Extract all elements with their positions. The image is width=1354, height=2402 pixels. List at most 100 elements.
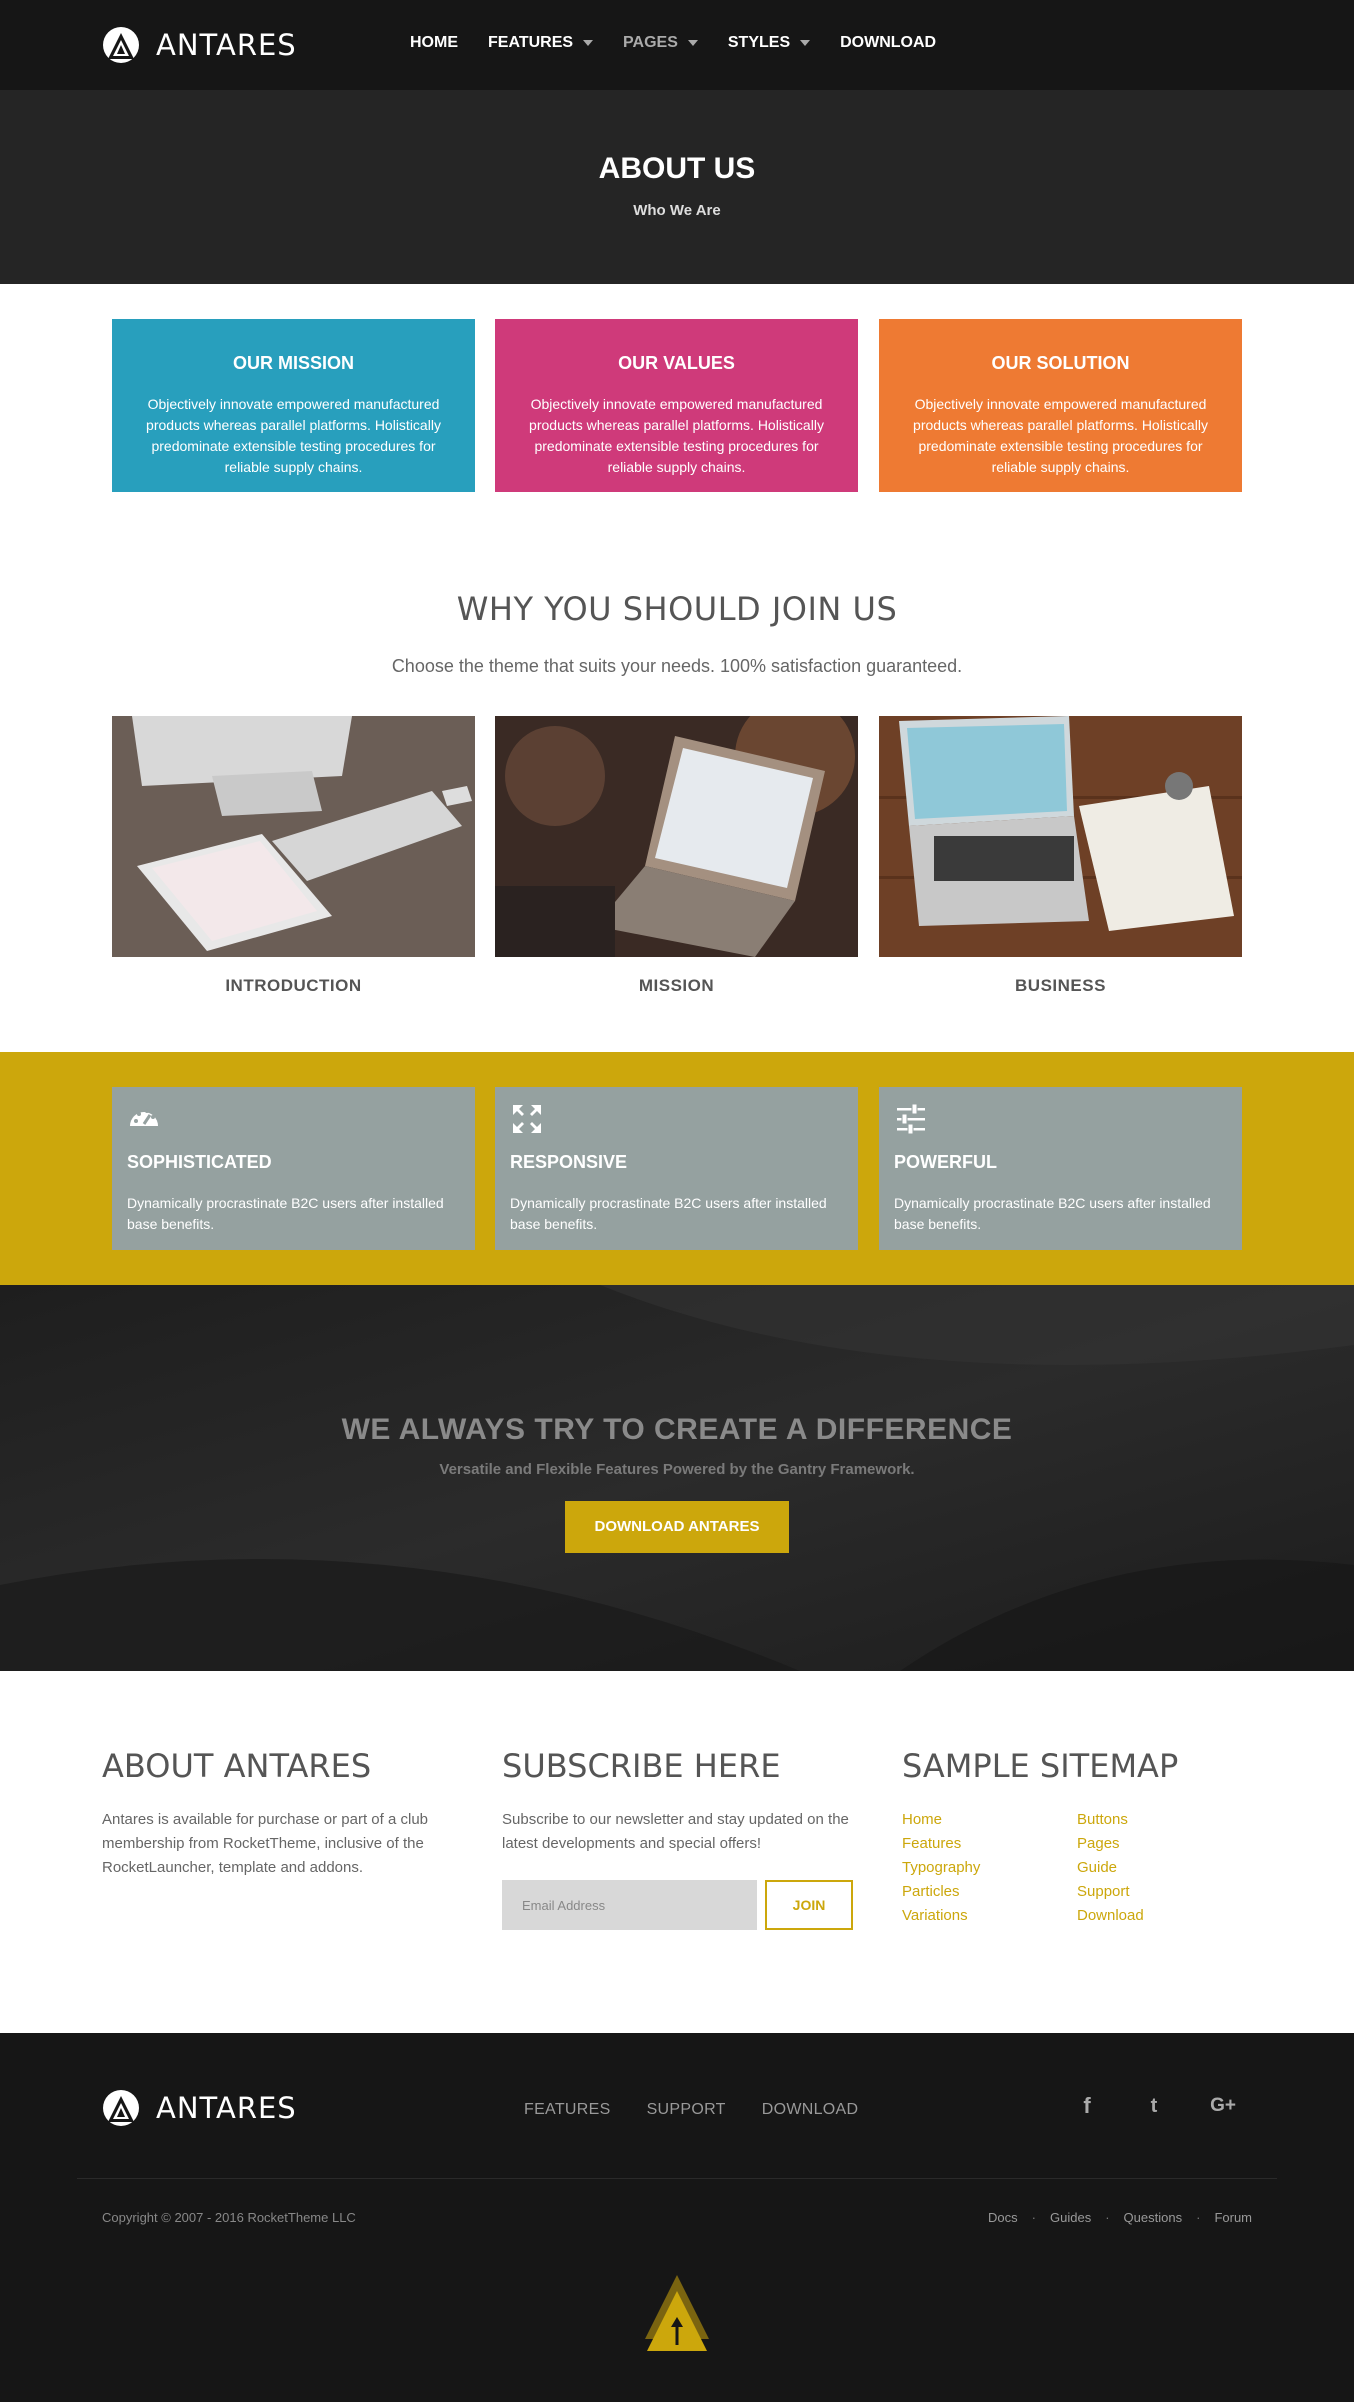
footer-nav-features[interactable]: FEATURES <box>524 2101 611 2119</box>
card-title: OUR MISSION <box>232 353 354 373</box>
antares-logo-icon <box>103 2090 139 2126</box>
feature-powerful: POWERFUL Dynamically procrastinate B2C u… <box>879 1087 1242 1250</box>
caret-down-icon <box>800 40 811 46</box>
sand-texture-background <box>0 1285 1354 1671</box>
page-title: ABOUT US <box>598 152 756 185</box>
feature-responsive: RESPONSIVE Dynamically procrastinate B2C… <box>495 1087 858 1250</box>
separator-dot: · <box>1105 2210 1110 2225</box>
page-title-band: ABOUT US Who We Are <box>0 90 1354 284</box>
separator-dot: · <box>1196 2210 1201 2225</box>
photo-label-introduction[interactable]: INTRODUCTION <box>112 976 475 996</box>
cta-subtitle: Versatile and Flexible Features Powered … <box>439 1461 915 1478</box>
feature-title: SOPHISTICATED <box>127 1152 272 1172</box>
site-header: ANTARES HOME FEATURES PAGES STYLES DOWNL… <box>0 0 1354 90</box>
download-antares-button[interactable]: DOWNLOAD ANTARES <box>565 1501 789 1553</box>
site-logo[interactable]: ANTARES <box>102 26 297 64</box>
sitemap-link-pages[interactable]: Pages <box>1077 1832 1144 1856</box>
sitemap-link-typography[interactable]: Typography <box>902 1856 980 1880</box>
feature-text: Dynamically procrastinate B2C users afte… <box>127 1195 444 1232</box>
sitemap-link-home[interactable]: Home <box>902 1808 980 1832</box>
card-our-values: OUR VALUES Objectively innovate empowere… <box>495 319 858 492</box>
nav-styles-label: STYLES <box>727 34 791 51</box>
desk-imac-image <box>112 716 475 957</box>
card-title: OUR SOLUTION <box>991 353 1130 373</box>
site-footer: ANTARES FEATURES SUPPORT DOWNLOAD f t G+… <box>0 2033 1354 2402</box>
footer-link-forum[interactable]: Forum <box>1214 2210 1252 2225</box>
feature-text: Dynamically procrastinate B2C users afte… <box>894 1195 1211 1232</box>
cta-title: WE ALWAYS TRY TO CREATE A DIFFERENCE <box>341 1413 1013 1446</box>
about-title: ABOUT ANTARES <box>102 1747 372 1785</box>
card-text: Objectively innovate empowered manufactu… <box>146 396 441 475</box>
nav-features-label: FEATURES <box>488 34 574 51</box>
copyright-text: Copyright © 2007 - 2016 RocketTheme LLC <box>102 2210 356 2225</box>
sitemap-link-variations[interactable]: Variations <box>902 1904 980 1928</box>
footer-logo-text: ANTARES <box>156 2091 297 2125</box>
card-text: Objectively innovate empowered manufactu… <box>913 396 1208 475</box>
card-title: OUR VALUES <box>618 353 735 373</box>
email-input[interactable] <box>502 1880 757 1930</box>
google-plus-icon[interactable]: G+ <box>1205 2091 1241 2121</box>
photo-label-mission[interactable]: MISSION <box>495 976 858 996</box>
sitemap-column-1: Home Features Typography Particles Varia… <box>902 1808 980 1928</box>
nav-download-label: DOWNLOAD <box>840 34 937 51</box>
about-text: Antares is available for purchase or par… <box>102 1811 429 1876</box>
twitter-icon[interactable]: t <box>1139 2091 1169 2121</box>
page-subtitle: Who We Are <box>633 202 721 219</box>
footer-link-guides[interactable]: Guides <box>1050 2210 1091 2225</box>
nav-features[interactable]: FEATURES <box>488 34 594 52</box>
sitemap-link-support[interactable]: Support <box>1077 1880 1144 1904</box>
card-our-mission: OUR MISSION Objectively innovate empower… <box>112 319 475 492</box>
expand-arrows-icon <box>513 1105 541 1133</box>
laptop-notebook-image <box>879 716 1242 957</box>
footer-nav: FEATURES SUPPORT DOWNLOAD <box>524 2101 858 2119</box>
features-band: SOPHISTICATED Dynamically procrastinate … <box>0 1052 1354 1285</box>
photo-label-business[interactable]: BUSINESS <box>879 976 1242 996</box>
card-text: Objectively innovate empowered manufactu… <box>529 396 824 475</box>
back-to-top-icon[interactable] <box>643 2273 711 2353</box>
introduction-photo[interactable] <box>112 716 475 957</box>
sliders-icon <box>897 1103 925 1135</box>
nav-home-label: HOME <box>410 34 458 51</box>
dashboard-icon <box>130 1109 158 1126</box>
sitemap-link-guide[interactable]: Guide <box>1077 1856 1144 1880</box>
business-photo[interactable] <box>879 716 1242 957</box>
antares-logo-icon <box>103 27 139 63</box>
sitemap-link-download[interactable]: Download <box>1077 1904 1144 1928</box>
cta-section: WE ALWAYS TRY TO CREATE A DIFFERENCE Ver… <box>0 1285 1354 1671</box>
sitemap-link-features[interactable]: Features <box>902 1832 980 1856</box>
nav-pages[interactable]: PAGES <box>623 34 698 52</box>
sitemap-link-buttons[interactable]: Buttons <box>1077 1808 1144 1832</box>
nav-download[interactable]: DOWNLOAD <box>840 34 936 52</box>
mission-photo[interactable] <box>495 716 858 957</box>
sitemap-column-2: Buttons Pages Guide Support Download <box>1077 1808 1144 1928</box>
subscribe-title: SUBSCRIBE HERE <box>502 1747 781 1785</box>
footer-nav-support[interactable]: SUPPORT <box>647 2101 726 2119</box>
feature-title: POWERFUL <box>894 1152 997 1172</box>
laptop-meeting-image <box>495 716 858 957</box>
footer-links: Docs · Guides · Questions · Forum <box>988 2210 1252 2225</box>
footer-nav-download[interactable]: DOWNLOAD <box>762 2101 859 2119</box>
subscribe-text: Subscribe to our newsletter and stay upd… <box>502 1811 849 1852</box>
feature-text: Dynamically procrastinate B2C users afte… <box>510 1195 827 1232</box>
sitemap-link-particles[interactable]: Particles <box>902 1880 980 1904</box>
logo-text: ANTARES <box>156 28 297 62</box>
separator-dot: · <box>1031 2210 1036 2225</box>
why-join-subtitle: Choose the theme that suits your needs. … <box>391 656 963 676</box>
nav-pages-label: PAGES <box>623 34 678 51</box>
footer-link-docs[interactable]: Docs <box>988 2210 1018 2225</box>
join-button[interactable]: JOIN <box>765 1880 853 1930</box>
why-join-title: WHY YOU SHOULD JOIN US <box>456 590 898 628</box>
card-our-solution: OUR SOLUTION Objectively innovate empowe… <box>879 319 1242 492</box>
caret-down-icon <box>583 40 594 46</box>
nav-styles[interactable]: STYLES <box>727 34 811 52</box>
footer-link-questions[interactable]: Questions <box>1124 2210 1183 2225</box>
feature-title: RESPONSIVE <box>510 1152 628 1172</box>
footer-logo[interactable]: ANTARES <box>102 2089 297 2127</box>
nav-home[interactable]: HOME <box>410 34 458 52</box>
feature-sophisticated: SOPHISTICATED Dynamically procrastinate … <box>112 1087 475 1250</box>
main-nav: HOME FEATURES PAGES STYLES DOWNLOAD <box>410 34 936 52</box>
sitemap-title: SAMPLE SITEMAP <box>902 1747 1179 1785</box>
caret-down-icon <box>687 40 698 46</box>
facebook-icon[interactable]: f <box>1072 2091 1102 2121</box>
footer-divider <box>77 2178 1277 2179</box>
